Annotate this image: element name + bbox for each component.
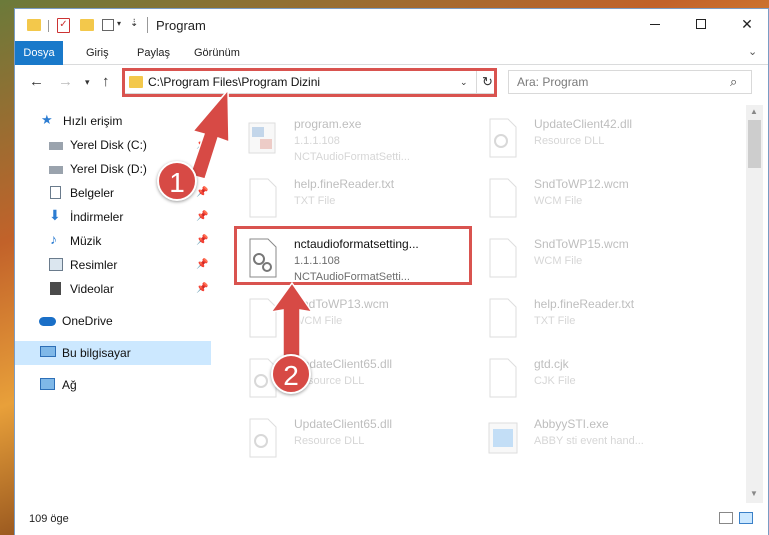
annotation-arrows (189, 88, 314, 361)
step-badge-2: 2 (271, 354, 311, 394)
arrow-1 (189, 88, 230, 180)
step-badge-1: 1 (157, 161, 197, 201)
arrow-2 (269, 281, 314, 361)
